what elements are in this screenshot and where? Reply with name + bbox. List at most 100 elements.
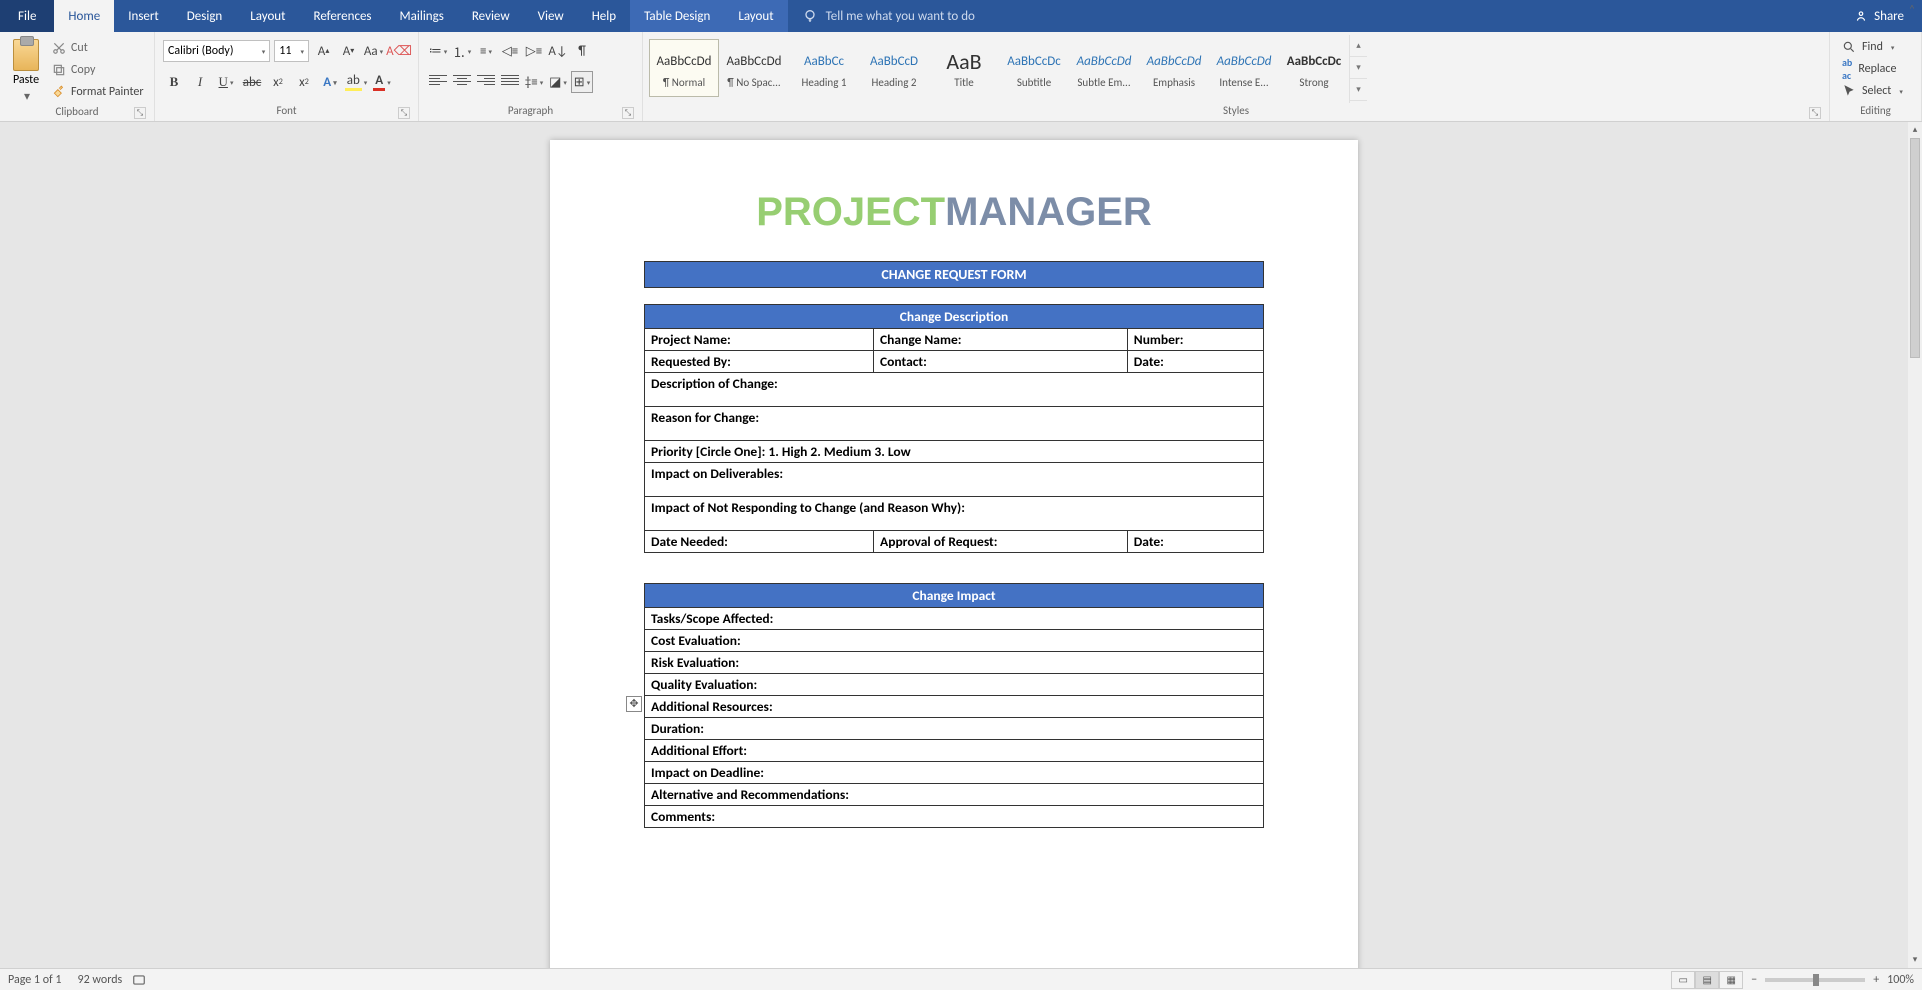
t2-row-8[interactable]: Alternative and Recommendations:: [645, 784, 1264, 806]
styles-gallery[interactable]: AaBbCcDd¶ NormalAaBbCcDd¶ No Spac...AaBb…: [649, 35, 1349, 101]
tab-file[interactable]: File: [0, 0, 54, 32]
clear-formatting-button[interactable]: A⌫: [388, 40, 410, 62]
tab-home[interactable]: Home: [54, 0, 114, 32]
font-name-combo[interactable]: Calibri (Body)▾: [163, 40, 270, 62]
print-layout-button[interactable]: ▤: [1695, 971, 1719, 989]
t2-row-7[interactable]: Impact on Deadline:: [645, 762, 1264, 784]
status-words[interactable]: 92 words: [78, 973, 123, 987]
font-color-button[interactable]: A▾: [371, 71, 393, 93]
cell-impact-not-responding[interactable]: Impact of Not Responding to Change (and …: [645, 497, 1264, 531]
status-page[interactable]: Page 1 of 1: [8, 973, 62, 987]
text-effects-button[interactable]: A▾: [319, 71, 341, 93]
tab-table-layout[interactable]: Layout: [724, 0, 787, 32]
style-tile--no-spac-[interactable]: AaBbCcDd¶ No Spac...: [719, 39, 789, 97]
bullets-button[interactable]: ≔▾: [427, 40, 449, 62]
numbering-button[interactable]: ⒈▾: [451, 40, 473, 62]
cell-description[interactable]: Description of Change:: [645, 373, 1264, 407]
line-spacing-button[interactable]: ‡≡▾: [523, 71, 545, 93]
cell-reason[interactable]: Reason for Change:: [645, 407, 1264, 441]
subscript-button[interactable]: x2: [267, 71, 289, 93]
bold-button[interactable]: B: [163, 71, 185, 93]
cell-requested-by[interactable]: Requested By:: [645, 351, 874, 373]
underline-button[interactable]: U▾: [215, 71, 237, 93]
sort-button[interactable]: A↓: [547, 40, 569, 62]
table-change-description[interactable]: Change Description Project Name: Change …: [644, 304, 1264, 553]
tab-view[interactable]: View: [524, 0, 578, 32]
zoom-in-button[interactable]: +: [1873, 973, 1879, 987]
borders-button[interactable]: ⊞▾: [571, 71, 593, 93]
page[interactable]: PROJECTMANAGER CHANGE REQUEST FORM Chang…: [550, 140, 1358, 968]
scroll-down-button[interactable]: ▾: [1908, 952, 1922, 968]
shrink-font-button[interactable]: A▾: [338, 40, 359, 62]
spellcheck-icon[interactable]: [132, 973, 146, 987]
show-marks-button[interactable]: ¶: [571, 40, 593, 62]
table-change-impact[interactable]: Change Impact Tasks/Scope Affected:Cost …: [644, 583, 1264, 828]
styles-launcher[interactable]: ⤡: [1809, 107, 1821, 119]
tab-help[interactable]: Help: [578, 0, 630, 32]
t2-row-4[interactable]: Additional Resources:: [645, 696, 1264, 718]
zoom-out-button[interactable]: −: [1751, 973, 1757, 987]
cell-change-name[interactable]: Change Name:: [874, 329, 1128, 351]
zoom-level[interactable]: 100%: [1887, 973, 1914, 987]
t2-row-2[interactable]: Risk Evaluation:: [645, 652, 1264, 674]
shading-button[interactable]: ◪▾: [547, 71, 569, 93]
tab-design[interactable]: Design: [173, 0, 236, 32]
cut-button[interactable]: Cut: [52, 38, 144, 58]
style-tile--normal[interactable]: AaBbCcDd¶ Normal: [649, 39, 719, 97]
vertical-scrollbar[interactable]: ▴ ▾: [1908, 122, 1922, 968]
decrease-indent-button[interactable]: ◁≡: [499, 40, 521, 62]
style-tile-title[interactable]: AaBTitle: [929, 39, 999, 97]
clipboard-launcher[interactable]: ⤡: [134, 107, 146, 119]
highlight-button[interactable]: ab▾: [345, 71, 367, 93]
table-move-handle-icon[interactable]: ✥: [626, 696, 642, 712]
cell-priority[interactable]: Priority [Circle One]: 1. High 2. Medium…: [645, 441, 1264, 463]
replace-button[interactable]: abac Replace: [1842, 59, 1903, 79]
styles-down-arrow[interactable]: ▾: [1350, 57, 1367, 79]
tab-layout[interactable]: Layout: [236, 0, 299, 32]
grow-font-button[interactable]: A▴: [313, 40, 334, 62]
document-viewport[interactable]: PROJECTMANAGER CHANGE REQUEST FORM Chang…: [0, 122, 1908, 968]
styles-scroll-arrows[interactable]: ▴ ▾ ▾: [1349, 35, 1367, 103]
scrollbar-thumb[interactable]: [1910, 138, 1920, 358]
align-right-button[interactable]: [475, 71, 497, 93]
cell-approval[interactable]: Approval of Request:: [874, 531, 1128, 553]
select-button[interactable]: Select▾: [1842, 81, 1903, 101]
styles-more-arrow[interactable]: ▾: [1350, 79, 1367, 101]
change-case-button[interactable]: Aa▾: [363, 40, 384, 62]
tab-review[interactable]: Review: [458, 0, 524, 32]
cell-number[interactable]: Number:: [1127, 329, 1263, 351]
cell-date2[interactable]: Date:: [1127, 531, 1263, 553]
cell-date-needed[interactable]: Date Needed:: [645, 531, 874, 553]
styles-up-arrow[interactable]: ▴: [1350, 35, 1367, 57]
align-left-button[interactable]: [427, 71, 449, 93]
align-center-button[interactable]: [451, 71, 473, 93]
cell-date1[interactable]: Date:: [1127, 351, 1263, 373]
strikethrough-button[interactable]: abc: [241, 71, 263, 93]
zoom-slider[interactable]: [1765, 978, 1865, 982]
style-tile-subtitle[interactable]: AaBbCcDcSubtitle: [999, 39, 1069, 97]
style-tile-heading-1[interactable]: AaBbCcHeading 1: [789, 39, 859, 97]
cell-project-name[interactable]: Project Name:: [645, 329, 874, 351]
multilevel-button[interactable]: ≡▾: [475, 40, 497, 62]
t2-row-5[interactable]: Duration:: [645, 718, 1264, 740]
web-layout-button[interactable]: ▦: [1719, 971, 1743, 989]
style-tile-intense-e-[interactable]: AaBbCcDdIntense E...: [1209, 39, 1279, 97]
font-launcher[interactable]: ⤡: [398, 107, 410, 119]
style-tile-emphasis[interactable]: AaBbCcDdEmphasis: [1139, 39, 1209, 97]
t2-row-6[interactable]: Additional Effort:: [645, 740, 1264, 762]
find-button[interactable]: Find▾: [1842, 37, 1903, 57]
tell-me[interactable]: Tell me what you want to do: [788, 8, 989, 24]
cell-impact-deliverables[interactable]: Impact on Deliverables:: [645, 463, 1264, 497]
cell-contact[interactable]: Contact:: [874, 351, 1128, 373]
paragraph-launcher[interactable]: ⤡: [622, 107, 634, 119]
tab-insert[interactable]: Insert: [114, 0, 173, 32]
collapse-ribbon-button[interactable]: ^: [1904, 2, 1920, 18]
t2-row-0[interactable]: Tasks/Scope Affected:: [645, 608, 1264, 630]
scroll-up-button[interactable]: ▴: [1908, 122, 1922, 138]
increase-indent-button[interactable]: ▷≡: [523, 40, 545, 62]
tab-table-design[interactable]: Table Design: [630, 0, 724, 32]
style-tile-strong[interactable]: AaBbCcDcStrong: [1279, 39, 1349, 97]
superscript-button[interactable]: x2: [293, 71, 315, 93]
read-mode-button[interactable]: ▭: [1671, 971, 1695, 989]
t2-row-9[interactable]: Comments:: [645, 806, 1264, 828]
